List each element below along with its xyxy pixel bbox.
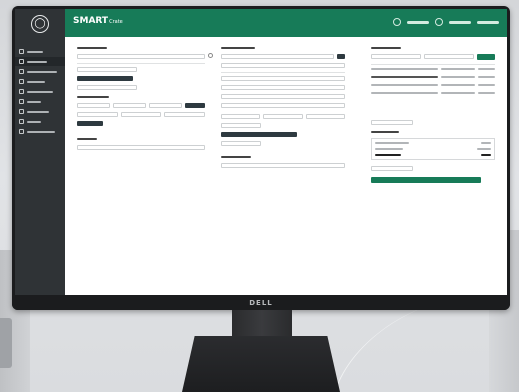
address2-input[interactable] [221,103,345,108]
rate-row[interactable] [371,76,495,78]
app-header: SMARTCrate [65,9,507,37]
help-icon [19,119,24,124]
sidebar-item[interactable] [15,77,65,86]
shipping-options-button[interactable] [371,120,413,125]
width-input[interactable] [113,103,146,108]
address1-input[interactable] [221,94,345,99]
shipping-icon [19,59,24,64]
package-type-button[interactable] [77,121,103,126]
settings-icon[interactable] [435,18,443,26]
monitor-stand-neck [232,310,292,338]
service-select[interactable] [424,54,474,59]
get-rates-button[interactable] [477,54,495,60]
weight-button[interactable] [185,103,205,108]
shipment-details-heading [371,47,401,49]
state-select[interactable] [263,114,303,119]
app-title-suffix: Crate [109,19,123,25]
rates-header-row [371,68,495,70]
rate-row[interactable] [371,92,495,94]
account-icon [19,129,24,134]
reference-heading [221,156,251,158]
monitor-stand-base [182,336,340,392]
package-dims-row [77,103,205,108]
city-input[interactable] [221,114,261,119]
options-field[interactable] [77,85,137,90]
name-input[interactable] [221,76,345,81]
company-menu[interactable] [449,20,471,24]
app-title-main: SMART [73,16,109,26]
company-input[interactable] [221,85,345,90]
sidebar-item[interactable] [15,47,65,56]
app-title: SMARTCrate [73,16,123,26]
ship-to-search-input[interactable] [221,54,334,59]
swap-address-icon[interactable] [208,53,213,58]
monitor-screen: ◯ SMARTCrate [15,9,507,295]
charges-box [371,138,495,160]
height-input[interactable] [149,103,182,108]
ship-from-heading [77,47,107,49]
ship-to-panel [221,47,345,172]
sidebar-item[interactable] [15,107,65,116]
weight-oz-input[interactable] [120,112,162,117]
ship-date-input[interactable] [371,54,421,59]
sidebar-nav [15,47,65,137]
report-icon [19,79,24,84]
monitor-frame: ◯ SMARTCrate DELL [12,6,510,310]
sidebar-item[interactable] [15,127,65,136]
settings-icon [19,109,24,114]
package-heading [77,96,109,98]
accounts-heading [77,138,97,140]
process-shipment-button[interactable] [371,177,481,183]
ship-to-search-row [221,54,345,59]
validate-address-button[interactable] [221,132,297,137]
package-weight-row [77,112,206,117]
home-icon [19,49,24,54]
history-icon [19,69,24,74]
ship-to-search-button[interactable] [337,54,345,59]
brand-badge-icon[interactable]: ◯ [31,15,49,33]
account-name[interactable] [407,20,429,24]
monitor-bezel-bottom: DELL [12,295,510,310]
weight-lb-input[interactable] [77,112,118,117]
sidebar-item[interactable] [15,117,65,126]
refresh-icon[interactable] [393,18,401,26]
sidebar-item[interactable] [15,67,65,76]
ship-from-panel [77,47,206,154]
address-book-icon [19,89,24,94]
return-label-button[interactable] [77,76,133,81]
zip-input[interactable] [305,114,345,119]
tools-icon [19,99,24,104]
sidebar-item[interactable] [15,87,65,96]
account-select[interactable] [77,145,205,150]
rate-row[interactable] [371,84,495,86]
country-select[interactable] [221,63,345,68]
reference-field[interactable] [221,163,345,168]
city-state-zip-row [221,114,345,119]
phone-input[interactable] [221,123,261,128]
insurance-input[interactable] [164,112,206,117]
length-input[interactable] [77,103,110,108]
shipment-details-panel [371,47,495,183]
logout-link[interactable] [477,20,499,24]
header-icons [387,18,499,26]
background-lamp [0,318,12,368]
ship-date-row [371,54,495,60]
ship-to-heading [221,47,255,49]
monitor-brand-logo: DELL [249,299,273,307]
main-content [65,37,507,295]
reference-input[interactable] [77,67,137,72]
sidebar-item[interactable] [15,57,65,66]
package-charges-heading [371,131,399,133]
residential-checkbox[interactable] [221,141,261,146]
ship-from-select[interactable] [77,54,205,59]
clear-button[interactable] [371,166,413,171]
sidebar-item[interactable] [15,97,65,106]
sidebar: ◯ [15,9,65,295]
